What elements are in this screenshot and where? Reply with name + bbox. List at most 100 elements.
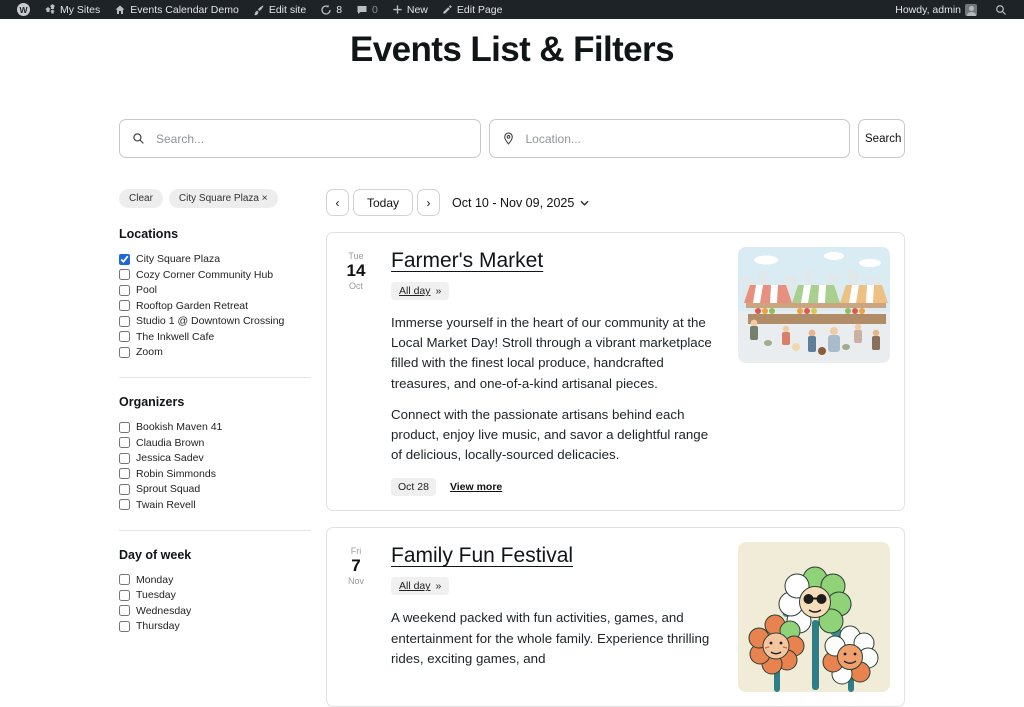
search-input[interactable] bbox=[154, 131, 468, 147]
family-fun-festival-illustration bbox=[738, 542, 890, 692]
event-title-link[interactable]: Family Fun Festival bbox=[391, 544, 573, 568]
checkbox[interactable] bbox=[119, 499, 130, 510]
map-pin-icon bbox=[502, 132, 515, 145]
filter-option[interactable]: Claudia Brown bbox=[119, 437, 311, 449]
my-sites-label: My Sites bbox=[60, 4, 100, 16]
updates-icon bbox=[320, 4, 332, 16]
search-button[interactable]: Search bbox=[858, 119, 905, 158]
clear-filters-button[interactable]: Clear bbox=[119, 189, 163, 208]
checkbox[interactable] bbox=[119, 437, 130, 448]
date-range-picker[interactable]: Oct 10 - Nov 09, 2025 bbox=[452, 196, 589, 210]
filter-option[interactable]: Zoom bbox=[119, 346, 311, 358]
checkbox[interactable] bbox=[119, 254, 130, 265]
network-sites-icon bbox=[44, 4, 56, 16]
event-date-block: Fri 7 Nov bbox=[341, 542, 371, 692]
checkbox[interactable] bbox=[119, 590, 130, 601]
filter-option[interactable]: Sprout Squad bbox=[119, 483, 311, 495]
filter-option[interactable]: Pool bbox=[119, 284, 311, 296]
active-filters: Clear City Square Plaza × bbox=[119, 189, 311, 208]
filter-option[interactable]: Thursday bbox=[119, 620, 311, 632]
location-search-wrap bbox=[489, 119, 851, 158]
date-range-label: Oct 10 - Nov 09, 2025 bbox=[452, 196, 574, 210]
checkbox[interactable] bbox=[119, 331, 130, 342]
edit-page-label: Edit Page bbox=[457, 4, 503, 16]
checkbox[interactable] bbox=[119, 269, 130, 280]
event-month: Nov bbox=[341, 576, 371, 586]
event-description: Immerse yourself in the heart of our com… bbox=[391, 313, 722, 465]
event-day: 7 bbox=[341, 556, 371, 576]
chevron-down-icon bbox=[580, 200, 589, 206]
pencil-icon bbox=[442, 4, 453, 15]
event-title-link[interactable]: Farmer's Market bbox=[391, 249, 543, 273]
section-title-day-of-week: Day of week bbox=[119, 548, 311, 562]
wp-logo-menu[interactable]: W bbox=[10, 3, 37, 16]
edit-site-menu[interactable]: Edit site bbox=[246, 4, 313, 16]
checkbox[interactable] bbox=[119, 300, 130, 311]
event-month: Oct bbox=[341, 281, 371, 291]
home-icon bbox=[114, 4, 126, 16]
checkbox[interactable] bbox=[119, 453, 130, 464]
farmers-market-illustration bbox=[738, 247, 890, 363]
page-title: Events List & Filters bbox=[0, 30, 1024, 70]
plus-icon bbox=[392, 4, 403, 15]
section-divider bbox=[119, 530, 311, 531]
edit-page-menu[interactable]: Edit Page bbox=[435, 4, 510, 16]
filter-option[interactable]: Robin Simmonds bbox=[119, 468, 311, 480]
admin-search[interactable] bbox=[988, 4, 1014, 16]
event-day: 14 bbox=[341, 261, 371, 281]
next-button[interactable]: › bbox=[417, 189, 440, 216]
all-day-label: All day bbox=[399, 285, 431, 297]
account-menu[interactable]: Howdy, admin bbox=[888, 4, 984, 16]
filter-option[interactable]: City Square Plaza bbox=[119, 253, 311, 265]
site-name-menu[interactable]: Events Calendar Demo bbox=[107, 4, 246, 16]
calendar-nav: ‹ Today › Oct 10 - Nov 09, 2025 bbox=[326, 189, 905, 216]
checkbox[interactable] bbox=[119, 621, 130, 632]
comment-bubble-icon bbox=[356, 4, 368, 16]
paintbrush-icon bbox=[253, 4, 265, 16]
checkbox[interactable] bbox=[119, 285, 130, 296]
filter-option[interactable]: Rooftop Garden Retreat bbox=[119, 300, 311, 312]
section-divider bbox=[119, 377, 311, 378]
updates-menu[interactable]: 8 bbox=[313, 4, 349, 16]
howdy-label: Howdy, admin bbox=[895, 4, 961, 16]
checkbox[interactable] bbox=[119, 468, 130, 479]
view-more-link[interactable]: View more bbox=[450, 481, 502, 493]
site-name-label: Events Calendar Demo bbox=[130, 4, 239, 16]
all-day-badge[interactable]: All day» bbox=[391, 577, 449, 595]
locations-list: City Square Plaza Cozy Corner Community … bbox=[119, 253, 311, 358]
active-filter-chip[interactable]: City Square Plaza × bbox=[169, 189, 278, 208]
filter-option[interactable]: Studio 1 @ Downtown Crossing bbox=[119, 315, 311, 327]
day-of-week-list: Monday Tuesday Wednesday Thursday bbox=[119, 574, 311, 633]
filter-option[interactable]: Jessica Sadev bbox=[119, 452, 311, 464]
checkbox[interactable] bbox=[119, 347, 130, 358]
event-image-farmers-market[interactable] bbox=[738, 247, 890, 363]
wp-admin-bar: W My Sites Events Calendar Demo Edit sit… bbox=[0, 0, 1024, 19]
edit-site-label: Edit site bbox=[269, 4, 306, 16]
end-date-badge: Oct 28 bbox=[391, 478, 436, 496]
comments-menu[interactable]: 0 bbox=[349, 4, 385, 16]
event-card: Fri 7 Nov Family Fun Festival All day» A… bbox=[326, 527, 905, 707]
checkbox[interactable] bbox=[119, 316, 130, 327]
location-input[interactable] bbox=[524, 131, 838, 147]
filter-option[interactable]: Monday bbox=[119, 574, 311, 586]
checkbox[interactable] bbox=[119, 484, 130, 495]
filter-option[interactable]: Bookish Maven 41 bbox=[119, 421, 311, 433]
today-button[interactable]: Today bbox=[353, 189, 413, 216]
prev-button[interactable]: ‹ bbox=[326, 189, 349, 216]
all-day-badge[interactable]: All day» bbox=[391, 282, 449, 300]
filter-option[interactable]: Twain Revell bbox=[119, 499, 311, 511]
event-image-family-fun-festival[interactable] bbox=[738, 542, 890, 692]
checkbox[interactable] bbox=[119, 422, 130, 433]
filter-option[interactable]: The Inkwell Cafe bbox=[119, 331, 311, 343]
filter-option[interactable]: Cozy Corner Community Hub bbox=[119, 269, 311, 281]
comments-count: 0 bbox=[372, 4, 378, 16]
filter-option[interactable]: Tuesday bbox=[119, 589, 311, 601]
filter-option[interactable]: Wednesday bbox=[119, 605, 311, 617]
more-arrow: » bbox=[436, 580, 442, 592]
chip-label: City Square Plaza bbox=[179, 193, 259, 204]
wordpress-logo-icon: W bbox=[17, 3, 30, 16]
checkbox[interactable] bbox=[119, 605, 130, 616]
events-list: ‹ Today › Oct 10 - Nov 09, 2025 Tue 14 O… bbox=[326, 189, 905, 707]
new-content-menu[interactable]: New bbox=[385, 4, 435, 16]
my-sites-menu[interactable]: My Sites bbox=[37, 4, 107, 16]
